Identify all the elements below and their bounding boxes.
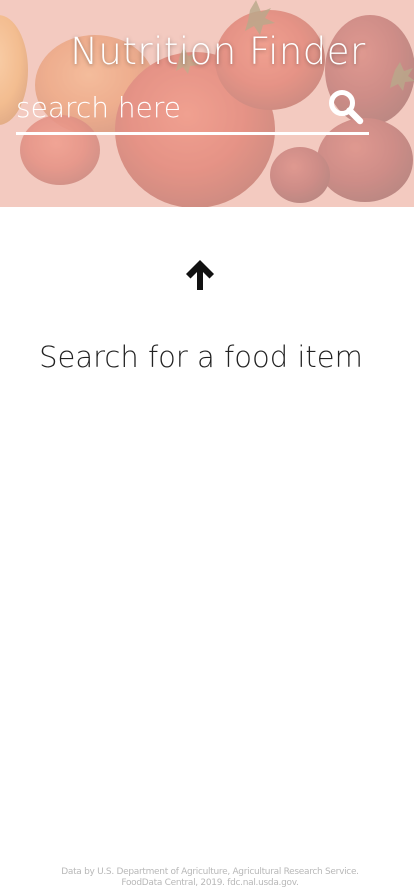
header-hero: Nutrition Finder: [0, 0, 414, 207]
search-icon: [329, 90, 364, 125]
data-attribution: Data by U.S. Department of Agriculture, …: [20, 867, 400, 889]
search-bar: [16, 84, 369, 135]
arrow-up-icon: [184, 258, 216, 292]
attribution-line-2: FoodData Central, 2019. fdc.nal.usda.gov…: [121, 878, 299, 888]
search-prompt: Search for a food item: [39, 340, 363, 374]
search-button[interactable]: [327, 88, 365, 126]
attribution-line-1: Data by U.S. Department of Agriculture, …: [61, 867, 359, 877]
search-input[interactable]: [16, 84, 316, 130]
app-title: Nutrition Finder: [70, 30, 366, 73]
